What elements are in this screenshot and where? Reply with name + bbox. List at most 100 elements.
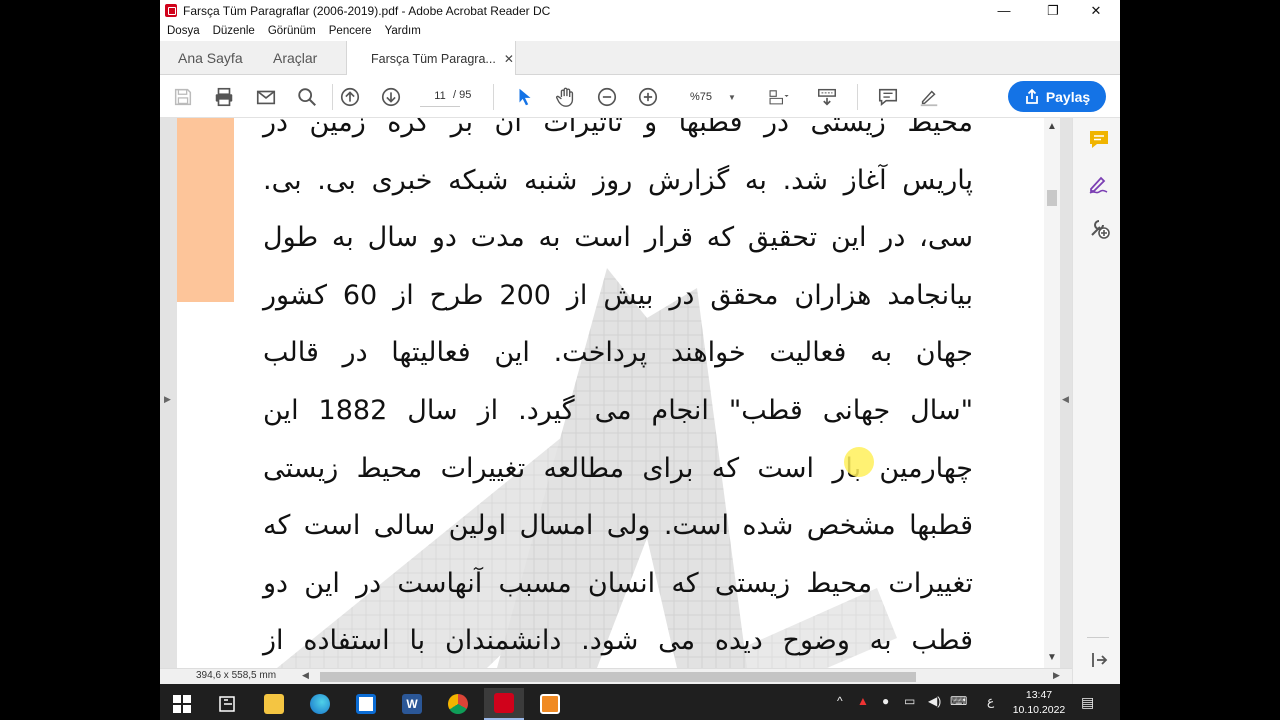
volume-icon[interactable]: ◀) xyxy=(928,694,941,708)
scroll-mode-icon[interactable] xyxy=(815,85,839,109)
previous-page-icon[interactable] xyxy=(338,85,362,109)
hand-tool-icon[interactable] xyxy=(554,85,578,109)
zoom-level-value: %75 xyxy=(690,91,713,103)
scroll-left-icon[interactable]: ◀ xyxy=(302,670,309,681)
tab-bar: Ana Sayfa Araçlar Farsça Tüm Paragra... … xyxy=(160,41,1120,76)
zoom-out-icon[interactable] xyxy=(595,85,619,109)
input-language[interactable]: ع xyxy=(987,694,994,708)
vertical-scroll-thumb[interactable] xyxy=(1047,190,1057,206)
tab-home[interactable]: Ana Sayfa xyxy=(178,41,243,75)
pdf-page: محیط زیستی در قطبها و تأثیرات آن بر کره … xyxy=(177,118,1044,668)
text-line: قطب به وضوح دیده می شود. دانشمندان با اس… xyxy=(263,625,973,657)
notifications-icon[interactable]: ▤ xyxy=(1081,694,1094,711)
search-icon[interactable] xyxy=(295,85,319,109)
recorder-icon xyxy=(540,694,560,714)
zoom-level-select[interactable]: %75 ▼ xyxy=(682,87,744,107)
network-icon[interactable]: ▭ xyxy=(904,694,915,708)
word-icon: W xyxy=(402,694,422,714)
toolbar-divider xyxy=(332,84,333,110)
file-explorer-button[interactable] xyxy=(254,688,294,720)
right-panel-toggle[interactable]: ◀ xyxy=(1060,118,1072,668)
page-fit-icon[interactable] xyxy=(763,85,795,109)
maximize-button[interactable]: ❐ xyxy=(1031,0,1075,21)
store-icon xyxy=(356,694,376,714)
task-view-button[interactable] xyxy=(208,688,248,720)
acrobat-app-icon xyxy=(165,4,177,17)
comment-icon[interactable] xyxy=(876,85,900,109)
clock-date: 10.10.2022 xyxy=(1012,704,1066,716)
toolbar-divider xyxy=(857,84,858,110)
highlight-pen-icon[interactable] xyxy=(917,85,941,109)
store-button[interactable] xyxy=(346,688,386,720)
menu-yardim[interactable]: Yardım xyxy=(385,25,421,37)
menu-gorunum[interactable]: Görünüm xyxy=(268,25,316,37)
document-viewport[interactable]: ▶ محیط زیستی در قطبها و تأثیرات آن بر کر… xyxy=(160,118,1072,668)
windows-taskbar: W ^ ▲ ● ▭ ◀) ⌨ ع 13:47 10.10.2022 ▤ xyxy=(160,684,1120,720)
folder-icon xyxy=(264,694,284,714)
start-button[interactable] xyxy=(162,688,202,720)
menu-pencere[interactable]: Pencere xyxy=(329,25,372,37)
share-button[interactable]: Paylaş xyxy=(1008,81,1106,112)
horizontal-scroll-thumb[interactable] xyxy=(320,672,916,682)
task-view-icon xyxy=(219,696,235,712)
collapse-pane-icon[interactable] xyxy=(1087,648,1111,672)
windows-logo-icon xyxy=(173,695,191,713)
menu-dosya[interactable]: Dosya xyxy=(167,25,200,37)
recorder-button[interactable] xyxy=(530,688,570,720)
word-button[interactable]: W xyxy=(392,688,432,720)
keyboard-icon[interactable]: ⌨ xyxy=(950,694,967,708)
text-line: جهان به فعالیت خواهند پرداخت. این فعالیت… xyxy=(263,337,973,369)
expand-left-icon: ▶ xyxy=(164,394,171,404)
mouse-cursor-highlight xyxy=(844,447,874,477)
scroll-up-icon[interactable]: ▲ xyxy=(1047,121,1057,132)
save-icon[interactable] xyxy=(171,85,195,109)
system-clock[interactable]: 13:47 10.10.2022 xyxy=(1012,688,1066,718)
vertical-scrollbar[interactable]: ▲ ▼ xyxy=(1044,118,1060,668)
acrobat-window: Farsça Tüm Paragraflar (2006-2019).pdf -… xyxy=(160,0,1120,684)
tab-close-icon[interactable]: ✕ xyxy=(504,52,514,66)
tools-pane-divider xyxy=(1087,637,1109,638)
warning-icon[interactable]: ▲ xyxy=(857,694,869,708)
document-text: محیط زیستی در قطبها و تأثیرات آن بر کره … xyxy=(263,118,973,668)
toolbar-divider xyxy=(493,84,494,110)
page-total: / 95 xyxy=(453,89,472,101)
left-panel-toggle[interactable]: ▶ xyxy=(160,118,177,668)
toolbar: 11 / 95 %75 ▼ Paylaş xyxy=(160,75,1120,118)
more-tools-icon[interactable] xyxy=(1087,216,1111,240)
tab-tools[interactable]: Araçlar xyxy=(273,41,317,75)
close-window-button[interactable]: ✕ xyxy=(1074,0,1118,21)
tab-document[interactable]: Farsça Tüm Paragra... ✕ xyxy=(346,41,516,76)
page-size-readout: 394,6 x 558,5 mm xyxy=(196,670,277,681)
acrobat-taskbar-button[interactable] xyxy=(484,688,524,720)
select-cursor-icon[interactable] xyxy=(513,85,537,109)
acrobat-icon xyxy=(494,693,514,713)
text-line: "سال جهانی قطب" انجام می گیرد. از سال 18… xyxy=(263,394,974,426)
text-line: محیط زیستی در قطبها و تأثیرات آن بر کره … xyxy=(263,118,973,138)
collapse-right-icon: ◀ xyxy=(1062,394,1069,404)
title-bar: Farsça Tüm Paragraflar (2006-2019).pdf -… xyxy=(160,0,1120,21)
edge-browser-button[interactable] xyxy=(300,688,340,720)
next-page-icon[interactable] xyxy=(379,85,403,109)
menu-bar: Dosya Düzenle Görünüm Pencere Yardım xyxy=(160,21,1120,41)
microphone-icon[interactable]: ● xyxy=(882,694,889,708)
zoom-in-icon[interactable] xyxy=(636,85,660,109)
scroll-right-icon[interactable]: ▶ xyxy=(1053,670,1060,681)
scroll-down-icon[interactable]: ▼ xyxy=(1047,652,1057,663)
chevron-down-icon: ▼ xyxy=(728,92,736,102)
status-bar: 394,6 x 558,5 mm ◀ ▶ xyxy=(160,668,1072,684)
text-line: پاریس آغاز شد. به گزارش روز شنبه شبکه خب… xyxy=(263,164,973,196)
minimize-button[interactable]: — xyxy=(982,0,1026,21)
share-icon xyxy=(1025,88,1038,104)
text-line: تغییرات محیط زیستی که انسان مسبب آنهاست … xyxy=(263,567,973,599)
email-icon[interactable] xyxy=(254,85,278,109)
add-comment-icon[interactable] xyxy=(1087,128,1111,152)
share-button-label: Paylaş xyxy=(1045,88,1091,105)
show-hidden-icons[interactable]: ^ xyxy=(837,694,843,708)
menu-duzenle[interactable]: Düzenle xyxy=(213,25,255,37)
tab-document-label: Farsça Tüm Paragra... xyxy=(371,51,496,66)
print-icon[interactable] xyxy=(212,85,236,109)
edge-icon xyxy=(310,694,330,714)
fill-sign-icon[interactable] xyxy=(1087,172,1111,196)
chrome-button[interactable] xyxy=(438,688,478,720)
tools-pane xyxy=(1072,118,1120,684)
